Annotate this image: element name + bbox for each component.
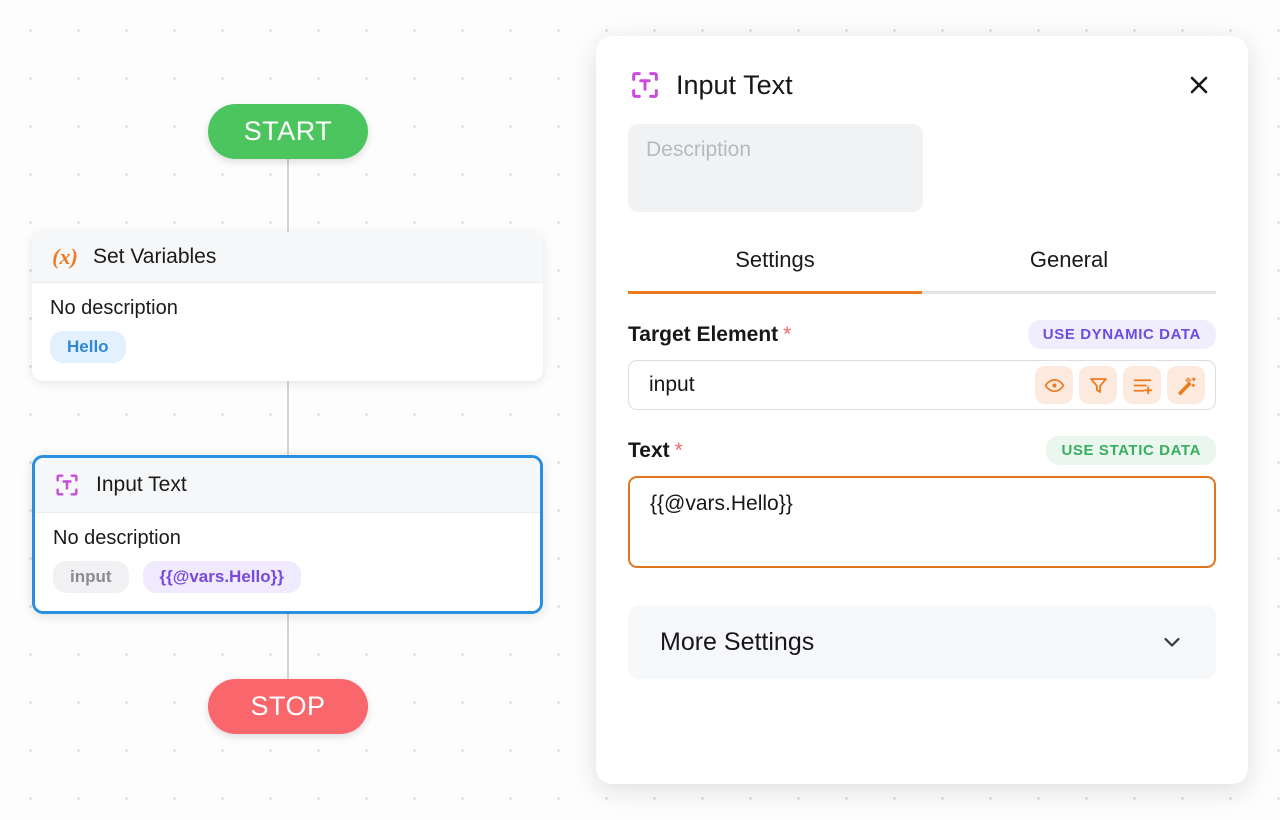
description-input[interactable] — [628, 124, 923, 212]
target-element-input[interactable] — [649, 373, 1035, 397]
required-marker: * — [783, 322, 792, 346]
tab-settings[interactable]: Settings — [628, 247, 922, 291]
field-label: Target Element — [628, 322, 779, 346]
chevron-down-icon[interactable] — [1160, 630, 1184, 654]
node-tag: input — [53, 561, 129, 593]
node-description: No description — [53, 527, 181, 549]
node-header: Input Text — [35, 458, 540, 513]
page-title: Input Text — [676, 69, 793, 100]
panel-header: Input Text — [596, 36, 1248, 102]
node-body: No description Hello — [32, 283, 543, 381]
field-label: Text — [628, 438, 670, 462]
node-title: Set Variables — [93, 245, 217, 268]
use-dynamic-data-badge[interactable]: USE DYNAMIC DATA — [1027, 320, 1216, 349]
more-settings-section[interactable]: More Settings — [628, 605, 1216, 679]
panel-tabs: Settings General — [628, 247, 1216, 294]
use-static-data-badge[interactable]: USE STATIC DATA — [1046, 436, 1216, 465]
list-plus-icon[interactable] — [1123, 366, 1161, 404]
node-body: No description input {{@vars.Hello}} — [35, 513, 540, 611]
filter-icon[interactable] — [1079, 366, 1117, 404]
more-settings-label: More Settings — [660, 627, 815, 656]
node-settings-panel: Input Text Settings General Target Eleme… — [596, 36, 1248, 784]
stop-node[interactable]: STOP — [208, 679, 368, 734]
target-element-actions — [1035, 366, 1205, 404]
node-title: Input Text — [96, 473, 187, 496]
field-text: Text * USE STATIC DATA {{@vars.Hello}} — [628, 436, 1216, 573]
node-tag-row: input {{@vars.Hello}} — [53, 561, 522, 593]
input-text-icon — [628, 68, 662, 102]
field-header: Target Element * USE DYNAMIC DATA — [628, 320, 1216, 349]
required-marker: * — [674, 438, 683, 462]
input-text-icon — [53, 471, 83, 499]
tab-general[interactable]: General — [922, 247, 1216, 291]
node-tag: Hello — [50, 331, 126, 363]
magic-wand-icon[interactable] — [1167, 366, 1205, 404]
close-icon[interactable] — [1182, 68, 1216, 102]
field-header: Text * USE STATIC DATA — [628, 436, 1216, 465]
node-description: No description — [50, 297, 178, 319]
node-tag-row: Hello — [50, 331, 525, 363]
stop-label: STOP — [250, 691, 326, 721]
node-tag: {{@vars.Hello}} — [142, 561, 301, 593]
start-label: START — [243, 116, 333, 146]
node-input-text[interactable]: Input Text No description input {{@vars.… — [32, 455, 543, 614]
text-input[interactable]: {{@vars.Hello}} — [628, 476, 1216, 568]
start-node[interactable]: START — [208, 104, 368, 159]
target-element-input-wrap[interactable] — [628, 360, 1216, 410]
field-target-element: Target Element * USE DYNAMIC DATA — [628, 320, 1216, 410]
eye-icon[interactable] — [1035, 366, 1073, 404]
node-set-variables[interactable]: (x) Set Variables No description Hello — [32, 232, 543, 381]
node-header: (x) Set Variables — [32, 232, 543, 283]
variable-x-icon: (x) — [52, 244, 78, 269]
